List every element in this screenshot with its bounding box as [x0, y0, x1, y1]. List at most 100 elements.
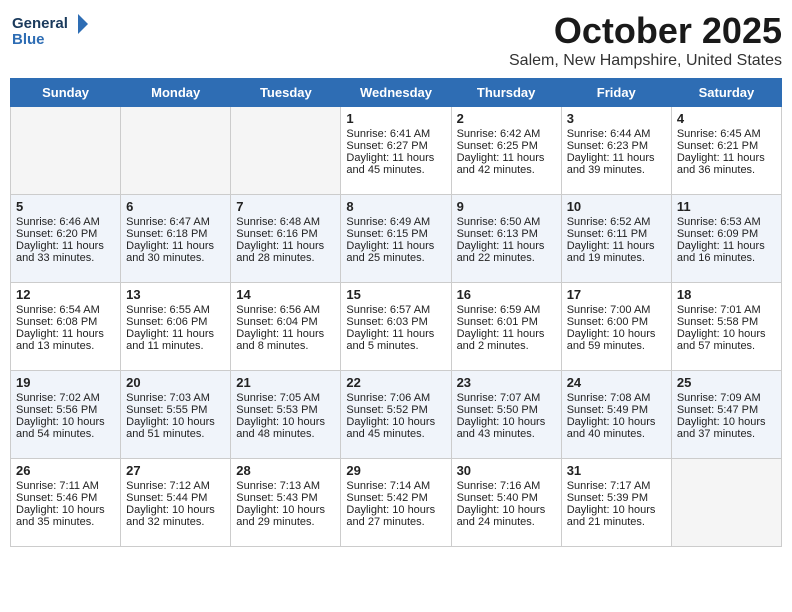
sunrise-text: Sunrise: 7:01 AM	[677, 304, 776, 316]
daylight-text: Daylight: 10 hours and 54 minutes.	[16, 416, 115, 440]
svg-text:General: General	[12, 15, 68, 32]
sunrise-text: Sunrise: 7:09 AM	[677, 392, 776, 404]
day-number: 23	[457, 375, 556, 390]
daylight-text: Daylight: 10 hours and 40 minutes.	[567, 416, 666, 440]
calendar-day-cell: 15Sunrise: 6:57 AMSunset: 6:03 PMDayligh…	[341, 283, 451, 371]
sunset-text: Sunset: 6:00 PM	[567, 316, 666, 328]
sunrise-text: Sunrise: 7:03 AM	[126, 392, 225, 404]
day-number: 1	[346, 111, 445, 126]
daylight-text: Daylight: 10 hours and 37 minutes.	[677, 416, 776, 440]
calendar-day-cell: 22Sunrise: 7:06 AMSunset: 5:52 PMDayligh…	[341, 371, 451, 459]
calendar-day-cell	[11, 107, 121, 195]
svg-text:Blue: Blue	[12, 31, 45, 48]
logo-svg: General Blue	[10, 10, 90, 50]
day-number: 27	[126, 463, 225, 478]
sunset-text: Sunset: 5:44 PM	[126, 492, 225, 504]
day-number: 12	[16, 287, 115, 302]
daylight-text: Daylight: 11 hours and 45 minutes.	[346, 152, 445, 176]
weekday-header: Friday	[561, 79, 671, 107]
day-number: 15	[346, 287, 445, 302]
header-row: SundayMondayTuesdayWednesdayThursdayFrid…	[11, 79, 782, 107]
day-number: 28	[236, 463, 335, 478]
sunrise-text: Sunrise: 6:45 AM	[677, 128, 776, 140]
calendar-day-cell: 26Sunrise: 7:11 AMSunset: 5:46 PMDayligh…	[11, 459, 121, 547]
day-number: 13	[126, 287, 225, 302]
daylight-text: Daylight: 11 hours and 25 minutes.	[346, 240, 445, 264]
sunrise-text: Sunrise: 6:55 AM	[126, 304, 225, 316]
weekday-header: Thursday	[451, 79, 561, 107]
calendar-week-row: 26Sunrise: 7:11 AMSunset: 5:46 PMDayligh…	[11, 459, 782, 547]
day-number: 4	[677, 111, 776, 126]
title-section: October 2025 Salem, New Hampshire, Unite…	[509, 10, 782, 70]
sunset-text: Sunset: 6:18 PM	[126, 228, 225, 240]
daylight-text: Daylight: 11 hours and 39 minutes.	[567, 152, 666, 176]
sunset-text: Sunset: 6:01 PM	[457, 316, 556, 328]
sunset-text: Sunset: 5:46 PM	[16, 492, 115, 504]
sunset-text: Sunset: 6:11 PM	[567, 228, 666, 240]
daylight-text: Daylight: 11 hours and 42 minutes.	[457, 152, 556, 176]
daylight-text: Daylight: 11 hours and 16 minutes.	[677, 240, 776, 264]
daylight-text: Daylight: 10 hours and 57 minutes.	[677, 328, 776, 352]
sunset-text: Sunset: 6:06 PM	[126, 316, 225, 328]
calendar-day-cell: 23Sunrise: 7:07 AMSunset: 5:50 PMDayligh…	[451, 371, 561, 459]
daylight-text: Daylight: 11 hours and 13 minutes.	[16, 328, 115, 352]
day-number: 20	[126, 375, 225, 390]
sunset-text: Sunset: 5:47 PM	[677, 404, 776, 416]
sunrise-text: Sunrise: 7:17 AM	[567, 480, 666, 492]
sunset-text: Sunset: 6:23 PM	[567, 140, 666, 152]
calendar-day-cell: 7Sunrise: 6:48 AMSunset: 6:16 PMDaylight…	[231, 195, 341, 283]
sunrise-text: Sunrise: 7:06 AM	[346, 392, 445, 404]
day-number: 18	[677, 287, 776, 302]
sunrise-text: Sunrise: 6:50 AM	[457, 216, 556, 228]
daylight-text: Daylight: 11 hours and 8 minutes.	[236, 328, 335, 352]
daylight-text: Daylight: 11 hours and 2 minutes.	[457, 328, 556, 352]
daylight-text: Daylight: 11 hours and 11 minutes.	[126, 328, 225, 352]
day-number: 14	[236, 287, 335, 302]
calendar-day-cell: 16 Sunrise: 6:59 AMSunset: 6:01 PMDayligh…	[451, 283, 561, 371]
calendar-day-cell: 4Sunrise: 6:45 AMSunset: 6:21 PMDaylight…	[671, 107, 781, 195]
sunset-text: Sunset: 5:43 PM	[236, 492, 335, 504]
calendar-day-cell: 8Sunrise: 6:49 AMSunset: 6:15 PMDaylight…	[341, 195, 451, 283]
calendar-day-cell: 24Sunrise: 7:08 AMSunset: 5:49 PMDayligh…	[561, 371, 671, 459]
calendar-week-row: 19Sunrise: 7:02 AMSunset: 5:56 PMDayligh…	[11, 371, 782, 459]
sunrise-text: Sunrise: 6:54 AM	[16, 304, 115, 316]
calendar-day-cell: 20Sunrise: 7:03 AMSunset: 5:55 PMDayligh…	[121, 371, 231, 459]
calendar-day-cell: 3Sunrise: 6:44 AMSunset: 6:23 PMDaylight…	[561, 107, 671, 195]
sunrise-text: Sunrise: 6:59 AM	[457, 304, 556, 316]
weekday-header: Wednesday	[341, 79, 451, 107]
sunrise-text: Sunrise: 6:56 AM	[236, 304, 335, 316]
daylight-text: Daylight: 11 hours and 30 minutes.	[126, 240, 225, 264]
calendar-day-cell: 21Sunrise: 7:05 AMSunset: 5:53 PMDayligh…	[231, 371, 341, 459]
daylight-text: Daylight: 11 hours and 28 minutes.	[236, 240, 335, 264]
location: Salem, New Hampshire, United States	[509, 52, 782, 70]
sunrise-text: Sunrise: 6:47 AM	[126, 216, 225, 228]
weekday-header: Sunday	[11, 79, 121, 107]
calendar-week-row: 1Sunrise: 6:41 AMSunset: 6:27 PMDaylight…	[11, 107, 782, 195]
calendar-day-cell: 13 Sunrise: 6:55 AMSunset: 6:06 PMDayligh…	[121, 283, 231, 371]
sunset-text: Sunset: 6:04 PM	[236, 316, 335, 328]
sunset-text: Sunset: 5:39 PM	[567, 492, 666, 504]
sunset-text: Sunset: 6:13 PM	[457, 228, 556, 240]
sunrise-text: Sunrise: 7:11 AM	[16, 480, 115, 492]
calendar-day-cell: 18 Sunrise: 7:01 AMSunset: 5:58 PMDayligh…	[671, 283, 781, 371]
day-number: 31	[567, 463, 666, 478]
sunset-text: Sunset: 6:27 PM	[346, 140, 445, 152]
daylight-text: Daylight: 10 hours and 27 minutes.	[346, 504, 445, 528]
daylight-text: Daylight: 10 hours and 29 minutes.	[236, 504, 335, 528]
calendar-day-cell: 1Sunrise: 6:41 AMSunset: 6:27 PMDaylight…	[341, 107, 451, 195]
daylight-text: Daylight: 11 hours and 19 minutes.	[567, 240, 666, 264]
sunrise-text: Sunrise: 7:07 AM	[457, 392, 556, 404]
calendar-table: SundayMondayTuesdayWednesdayThursdayFrid…	[10, 78, 782, 547]
calendar-day-cell: 27Sunrise: 7:12 AMSunset: 5:44 PMDayligh…	[121, 459, 231, 547]
sunrise-text: Sunrise: 7:13 AM	[236, 480, 335, 492]
page-header: General Blue October 2025 Salem, New Ham…	[10, 10, 782, 70]
daylight-text: Daylight: 10 hours and 35 minutes.	[16, 504, 115, 528]
day-number: 16	[457, 287, 556, 302]
calendar-day-cell: 28 Sunrise: 7:13 AMSunset: 5:43 PMDayligh…	[231, 459, 341, 547]
sunrise-text: Sunrise: 7:00 AM	[567, 304, 666, 316]
sunset-text: Sunset: 5:58 PM	[677, 316, 776, 328]
day-number: 25	[677, 375, 776, 390]
weekday-header: Saturday	[671, 79, 781, 107]
calendar-day-cell: 17Sunrise: 7:00 AMSunset: 6:00 PMDayligh…	[561, 283, 671, 371]
sunset-text: Sunset: 5:40 PM	[457, 492, 556, 504]
